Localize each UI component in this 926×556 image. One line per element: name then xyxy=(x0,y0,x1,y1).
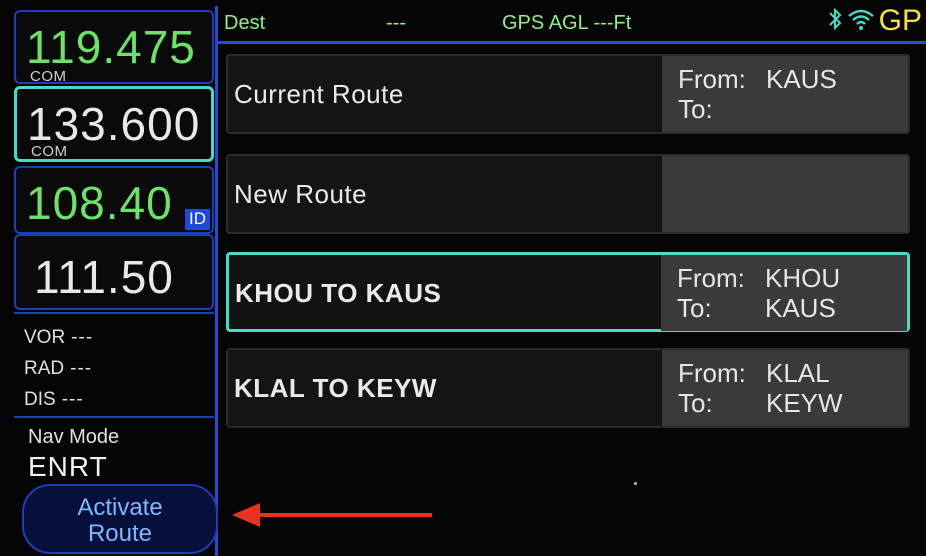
from-value: KHOU xyxy=(765,263,841,293)
route-name: KLAL TO KEYW xyxy=(234,373,437,403)
activate-label-line1: Activate xyxy=(77,494,163,521)
radio-nav-column: 119.475 COM 133.600 COM 108.40 ID 111.50… xyxy=(8,6,218,556)
from-value: KLAL xyxy=(766,358,830,388)
com1-frequency-box[interactable]: 119.475 COM xyxy=(14,10,214,85)
com2-frequency: 133.600 xyxy=(27,98,201,150)
rad-label: RAD xyxy=(24,358,65,379)
nav1-frequency-box[interactable]: 108.40 ID xyxy=(14,166,214,234)
route-row-current[interactable]: Current Route From: KAUS To: xyxy=(226,54,910,134)
from-value: KAUS xyxy=(766,64,837,94)
to-label: To: xyxy=(678,94,713,124)
route-name: New Route xyxy=(234,179,368,209)
route-row-klal-keyw[interactable]: KLAL TO KEYW From: KLAL To: KEYW xyxy=(226,348,910,428)
com2-frequency-box[interactable]: 133.600 COM xyxy=(14,86,214,162)
status-bar: Dest --- GPS AGL ---Ft GP xyxy=(218,0,926,44)
bluetooth-icon xyxy=(827,6,843,37)
vor-line: VOR --- xyxy=(24,322,214,353)
from-label: From: xyxy=(677,263,745,293)
to-label: To: xyxy=(678,388,713,418)
com2-label: COM xyxy=(31,143,68,160)
to-value: KAUS xyxy=(765,293,836,323)
dest-value: --- xyxy=(386,12,406,34)
ident-badge[interactable]: ID xyxy=(185,209,210,230)
annotation-arrow-icon xyxy=(232,503,432,527)
gps-agl-readout: GPS AGL ---Ft xyxy=(502,12,632,34)
activate-label-line2: Route xyxy=(87,520,153,547)
com1-label: COM xyxy=(30,68,67,85)
rad-value: --- xyxy=(70,358,93,379)
route-from-to: From: KHOU To: KAUS xyxy=(661,255,907,331)
dis-value: --- xyxy=(61,389,84,410)
from-label: From: xyxy=(678,64,746,94)
route-from-to xyxy=(662,156,908,232)
to-value: KEYW xyxy=(766,388,843,418)
dest-label: Dest xyxy=(224,12,266,34)
to-label: To: xyxy=(677,293,712,323)
status-icons: GP xyxy=(827,6,922,36)
route-from-to: From: KAUS To: xyxy=(662,56,908,132)
nav-mode-label: Nav Mode xyxy=(28,426,120,448)
nav2-frequency: 111.50 xyxy=(34,251,174,303)
vor-info: VOR --- RAD --- DIS --- xyxy=(14,312,214,412)
nav1-frequency: 108.40 xyxy=(26,177,173,229)
dis-line: DIS --- xyxy=(24,384,214,415)
wifi-icon xyxy=(847,7,875,36)
rad-line: RAD --- xyxy=(24,353,214,384)
nav-mode: Nav Mode ENRT xyxy=(14,416,214,486)
vor-value: --- xyxy=(71,327,94,348)
route-name: Current Route xyxy=(234,79,404,109)
com1-frequency: 119.475 xyxy=(26,21,196,73)
gps-status-text: GP xyxy=(878,4,922,37)
route-row-new[interactable]: New Route xyxy=(226,154,910,234)
route-row-khou-kaus[interactable]: KHOU TO KAUS From: KHOU To: KAUS xyxy=(226,252,910,332)
route-from-to: From: KLAL To: KEYW xyxy=(662,350,908,426)
activate-route-button[interactable]: Activate Route xyxy=(22,484,218,554)
vor-label: VOR xyxy=(24,327,66,348)
screen-speck xyxy=(634,482,637,485)
nav-mode-value: ENRT xyxy=(28,451,108,482)
route-name: KHOU TO KAUS xyxy=(235,278,442,308)
from-label: From: xyxy=(678,358,746,388)
dis-label: DIS xyxy=(24,389,56,410)
nav2-frequency-box[interactable]: 111.50 xyxy=(14,234,214,310)
